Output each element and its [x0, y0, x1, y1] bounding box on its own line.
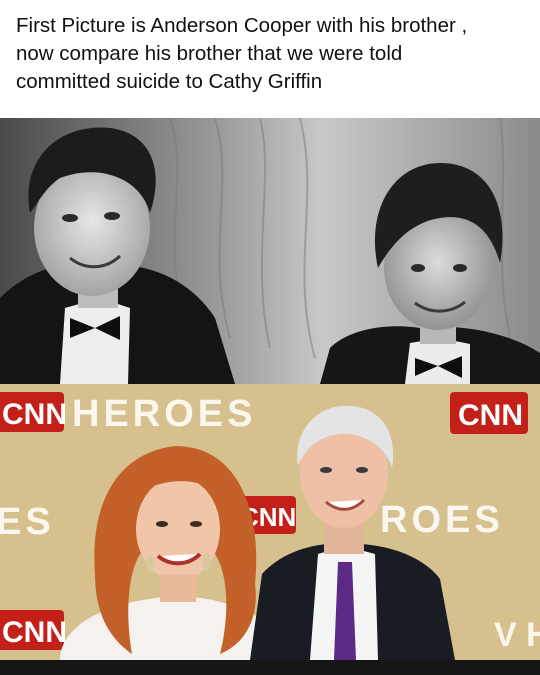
heroes-fragment-right: ROES [380, 499, 504, 541]
bottom-photo: CNN HEROES CNN ES CNN ROES CNN V H [0, 384, 540, 660]
cnn-logo-text-4: CNN [2, 616, 67, 649]
bottom-photo-image: CNN HEROES CNN ES CNN ROES CNN V H [0, 384, 540, 660]
caption-line-2: now compare his brother that we were tol… [16, 42, 403, 65]
footer-bar [0, 660, 540, 675]
heroes-fragment-left: ES [0, 501, 55, 543]
meme-caption: First Picture is Anderson Cooper with hi… [0, 0, 540, 118]
cnn-logo-text-2: CNN [458, 399, 523, 432]
cnn-logo-text-1: CNN [2, 398, 67, 431]
cnn-logo-icon-bottom: CNN [0, 610, 67, 650]
caption-line-3: committed suicide to Cathy Griffin [16, 70, 323, 93]
cnn-logo-icon-right: CNN [450, 392, 528, 434]
top-photo-image [0, 118, 540, 384]
heroes-fragment-bottom: V H [494, 616, 540, 654]
cnn-logo-icon: CNN [0, 392, 67, 432]
top-photo [0, 118, 540, 384]
caption-line-1: First Picture is Anderson Cooper with hi… [16, 14, 468, 37]
heroes-text: HEROES [72, 393, 256, 435]
